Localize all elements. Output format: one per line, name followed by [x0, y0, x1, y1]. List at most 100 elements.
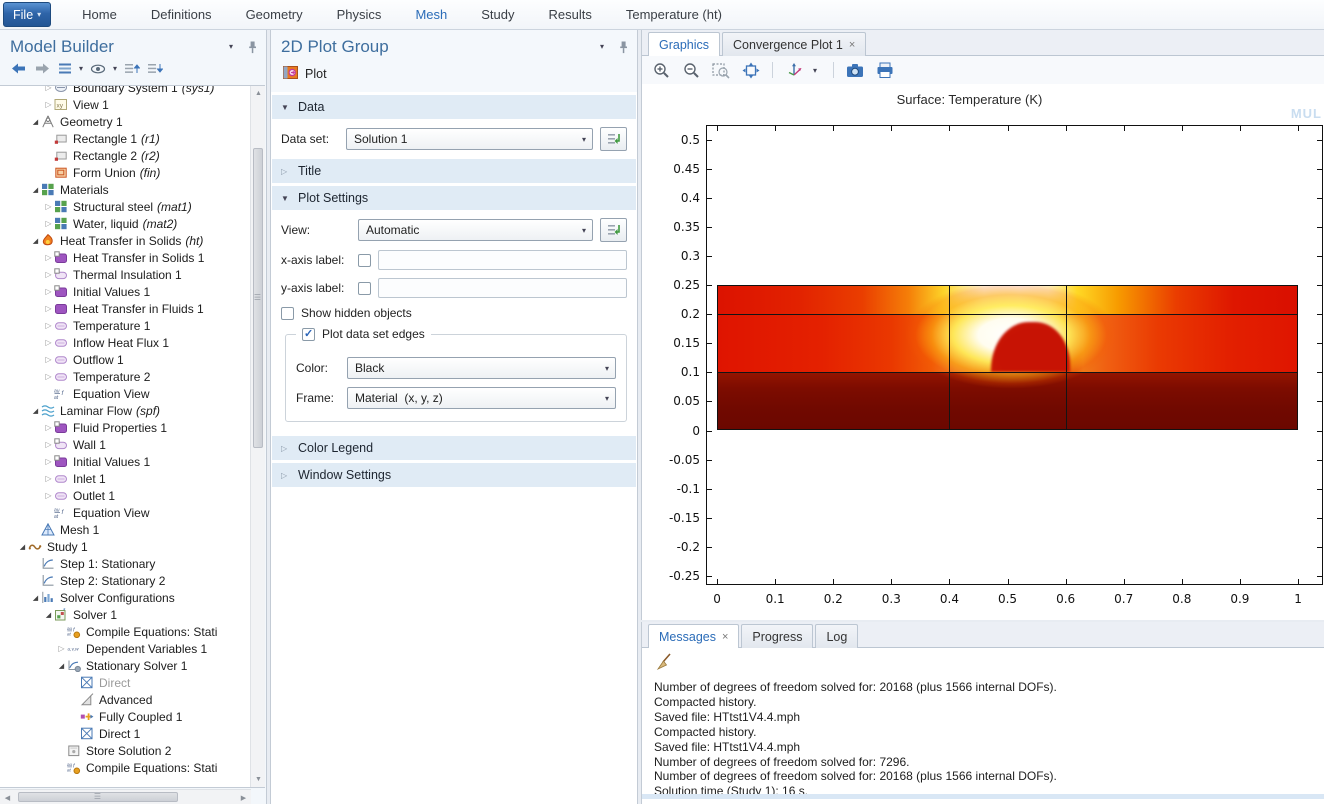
tree-item-solver-1[interactable]: ◢*Solver 1 — [0, 606, 250, 623]
tree-item-boundary-system-1[interactable]: ▷Boundary System 1(sys1) — [0, 85, 250, 96]
tree-expander-icon[interactable]: ▷ — [43, 355, 54, 364]
caret-icon[interactable]: ▾ — [813, 66, 823, 75]
temperature-surface[interactable] — [717, 285, 1298, 430]
tree-item-heat-transfer-in-solids-1[interactable]: ▷Heat Transfer in Solids 1 — [0, 249, 250, 266]
tree-item-materials[interactable]: ◢Materials — [0, 181, 250, 198]
scroll-down-icon[interactable]: ▼ — [251, 772, 265, 787]
tree-expander-icon[interactable]: ▷ — [43, 219, 54, 228]
tree-item-wall-1[interactable]: ▷Wall 1 — [0, 436, 250, 453]
pin-icon[interactable] — [246, 40, 258, 54]
tree-item-outlet-1[interactable]: ▷Outlet 1 — [0, 487, 250, 504]
tree-item-equation-view[interactable]: auatfEquation View — [0, 504, 250, 521]
tree-vertical-scrollbar[interactable]: ▲ ☰ ▼ — [250, 86, 265, 787]
tree-expander-icon[interactable]: ◢ — [56, 662, 67, 670]
ribbon-tab-temperature-ht[interactable]: Temperature (ht) — [609, 0, 739, 29]
section-data[interactable]: ▼ Data — [272, 95, 636, 119]
tree-item-stationary-solver-1[interactable]: ◢Stationary Solver 1 — [0, 657, 250, 674]
tree-expander-icon[interactable]: ◢ — [17, 543, 28, 551]
tree-expander-icon[interactable]: ◢ — [30, 594, 41, 602]
zoom-box-icon[interactable] — [710, 59, 732, 81]
nav-forward-icon[interactable] — [34, 62, 51, 75]
ribbon-tab-geometry[interactable]: Geometry — [229, 0, 320, 29]
y-axis-label-checkbox[interactable] — [358, 282, 371, 295]
messages-tab-log[interactable]: Log — [815, 624, 858, 648]
caret-icon[interactable]: ▾ — [113, 64, 117, 73]
go-to-source-button[interactable] — [600, 127, 627, 151]
tree-item-temperature-1[interactable]: ▷Temperature 1 — [0, 317, 250, 334]
tree-item-compile-equations-stati[interactable]: auatfCompile Equations: Stati — [0, 623, 250, 640]
edge-color-select[interactable]: Black ▾ — [347, 357, 616, 379]
clear-messages-icon[interactable] — [654, 659, 674, 676]
tree-expander-icon[interactable]: ▷ — [43, 270, 54, 279]
ribbon-tab-physics[interactable]: Physics — [320, 0, 399, 29]
tree-item-thermal-insulation-1[interactable]: ▷Thermal Insulation 1 — [0, 266, 250, 283]
tree-item-temperature-2[interactable]: ▷Temperature 2 — [0, 368, 250, 385]
tree-item-fluid-properties-1[interactable]: ▷Fluid Properties 1 — [0, 419, 250, 436]
messages-tab-progress[interactable]: Progress — [741, 624, 813, 648]
plot-button[interactable]: Plot — [271, 60, 637, 90]
scroll-up-icon[interactable]: ▲ — [251, 86, 265, 101]
tree-item-outflow-1[interactable]: ▷Outflow 1 — [0, 351, 250, 368]
tree-item-dependent-variables-1[interactable]: ▷u,v,wDependent Variables 1 — [0, 640, 250, 657]
x-axis-label-checkbox[interactable] — [358, 254, 371, 267]
graphics-tab-graphics[interactable]: Graphics — [648, 32, 720, 56]
tree-expander-icon[interactable]: ▷ — [56, 644, 67, 653]
tree-item-equation-view[interactable]: auatfEquation View — [0, 385, 250, 402]
data-set-select[interactable]: Solution 1 ▾ — [346, 128, 593, 150]
tree-item-heat-transfer-in-solids[interactable]: ◢Heat Transfer in Solids(ht) — [0, 232, 250, 249]
tree-expander-icon[interactable]: ▷ — [43, 491, 54, 500]
tree-item-step-2-stationary-2[interactable]: Step 2: Stationary 2 — [0, 572, 250, 589]
tree-expander-icon[interactable]: ◢ — [30, 118, 41, 126]
close-tab-icon[interactable]: × — [722, 631, 728, 643]
tree-expander-icon[interactable]: ▷ — [43, 423, 54, 432]
print-icon[interactable] — [874, 59, 896, 81]
ribbon-tab-study[interactable]: Study — [464, 0, 531, 29]
tree-item-study-1[interactable]: ◢Study 1 — [0, 538, 250, 555]
section-window-settings[interactable]: ▷ Window Settings — [272, 463, 636, 487]
tree-expander-icon[interactable]: ▷ — [43, 457, 54, 466]
graphics-tab-convergence-plot-1[interactable]: Convergence Plot 1× — [722, 32, 866, 56]
tree-expander-icon[interactable]: ◢ — [30, 407, 41, 415]
close-tab-icon[interactable]: × — [849, 39, 855, 51]
graphics-canvas[interactable]: Surface: Temperature (K) MUL 00.10.20.30… — [642, 84, 1324, 620]
tree-expander-icon[interactable]: ▷ — [43, 287, 54, 296]
y-axis-label-input[interactable] — [378, 278, 627, 298]
tree-expander-icon[interactable]: ▷ — [43, 321, 54, 330]
scroll-right-icon[interactable]: ▶ — [236, 790, 251, 804]
zoom-extents-icon[interactable] — [740, 59, 762, 81]
zoom-out-icon[interactable] — [680, 59, 702, 81]
tree-item-solver-configurations[interactable]: ◢Solver Configurations — [0, 589, 250, 606]
ribbon-tab-mesh[interactable]: Mesh — [398, 0, 464, 29]
tree-item-rectangle-2[interactable]: Rectangle 2(r2) — [0, 147, 250, 164]
section-title[interactable]: ▷ Title — [272, 159, 636, 183]
scroll-left-icon[interactable]: ◀ — [0, 790, 15, 804]
tree-item-view-1[interactable]: ▷xyView 1 — [0, 96, 250, 113]
show-hide-icon[interactable] — [90, 63, 106, 75]
tree-item-compile-equations-stati[interactable]: auatfCompile Equations: Stati — [0, 759, 250, 776]
tree-item-store-solution-2[interactable]: Store Solution 2 — [0, 742, 250, 759]
tree-expander-icon[interactable]: ▷ — [43, 338, 54, 347]
section-color-legend[interactable]: ▷ Color Legend — [272, 436, 636, 460]
tree-expander-icon[interactable]: ▷ — [43, 253, 54, 262]
ribbon-tab-definitions[interactable]: Definitions — [134, 0, 229, 29]
collapse-all-icon[interactable] — [147, 62, 163, 75]
tree-item-heat-transfer-in-fluids-1[interactable]: ▷Heat Transfer in Fluids 1 — [0, 300, 250, 317]
tree-item-laminar-flow[interactable]: ◢Laminar Flow(spf) — [0, 402, 250, 419]
tree-expander-icon[interactable]: ◢ — [43, 611, 54, 619]
zoom-in-icon[interactable] — [650, 59, 672, 81]
tree-item-step-1-stationary[interactable]: Step 1: Stationary — [0, 555, 250, 572]
tree-item-initial-values-1[interactable]: ▷Initial Values 1 — [0, 283, 250, 300]
tree-item-inflow-heat-flux-1[interactable]: ▷Inflow Heat Flux 1 — [0, 334, 250, 351]
messages-tab-messages[interactable]: Messages× — [648, 624, 739, 648]
tree-item-mesh-1[interactable]: Mesh 1 — [0, 521, 250, 538]
file-menu-button[interactable]: File ▾ — [3, 2, 51, 27]
tree-expander-icon[interactable]: ◢ — [30, 237, 41, 245]
pin-icon[interactable] — [617, 40, 629, 54]
tree-item-structural-steel[interactable]: ▷Structural steel(mat1) — [0, 198, 250, 215]
tree-item-direct-1[interactable]: Direct 1 — [0, 725, 250, 742]
caret-icon[interactable]: ▾ — [79, 64, 83, 73]
plot-data-set-edges-checkbox[interactable] — [302, 328, 315, 341]
tree-expander-icon[interactable]: ▷ — [43, 85, 54, 92]
tree-item-advanced[interactable]: Advanced — [0, 691, 250, 708]
panel-menu-chevron-icon[interactable]: ▾ — [229, 42, 239, 51]
